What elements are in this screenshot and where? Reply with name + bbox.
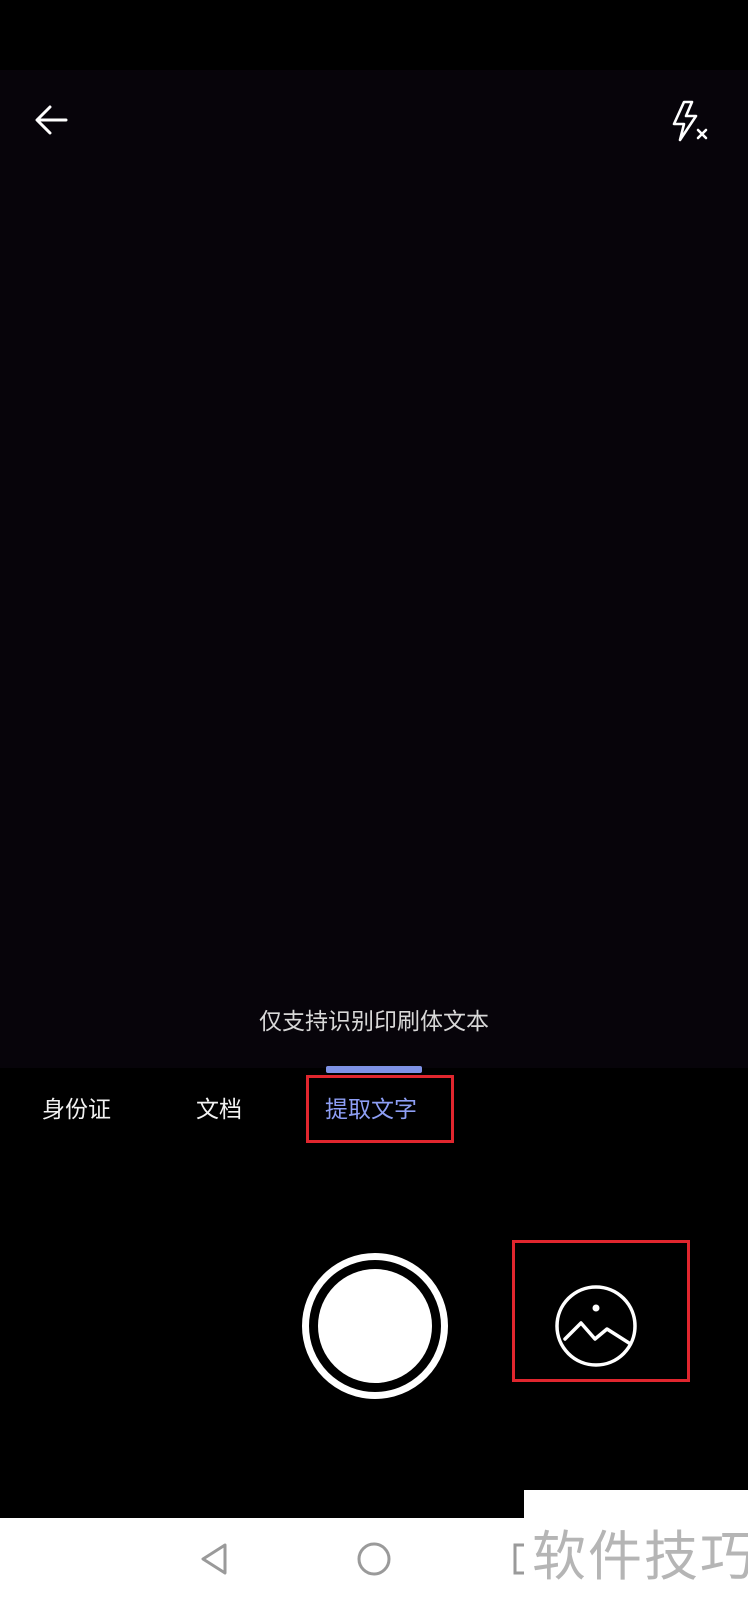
back-button[interactable]	[26, 92, 82, 148]
arrow-left-icon	[35, 105, 68, 135]
tab-document[interactable]: 文档	[196, 1085, 242, 1135]
nav-back-button[interactable]	[195, 1539, 235, 1579]
flash-off-icon	[672, 100, 708, 142]
annotation-box-gallery	[512, 1240, 690, 1382]
camera-viewfinder[interactable]	[0, 0, 748, 1068]
watermark: 软件技巧	[524, 1490, 748, 1600]
nav-home-icon	[357, 1542, 391, 1576]
status-bar	[0, 0, 748, 70]
ocr-hint-text: 仅支持识别印刷体文本	[259, 1009, 489, 1035]
tab-id-card[interactable]: 身份证	[42, 1085, 111, 1135]
selected-tab-indicator	[326, 1066, 422, 1073]
nav-back-icon	[201, 1543, 227, 1575]
annotation-box-tab	[306, 1075, 454, 1143]
watermark-text: 软件技巧	[532, 1525, 748, 1588]
shutter-icon	[318, 1269, 432, 1383]
nav-home-button[interactable]	[354, 1539, 394, 1579]
shutter-button[interactable]	[302, 1253, 448, 1399]
flash-toggle-button[interactable]	[668, 94, 718, 150]
